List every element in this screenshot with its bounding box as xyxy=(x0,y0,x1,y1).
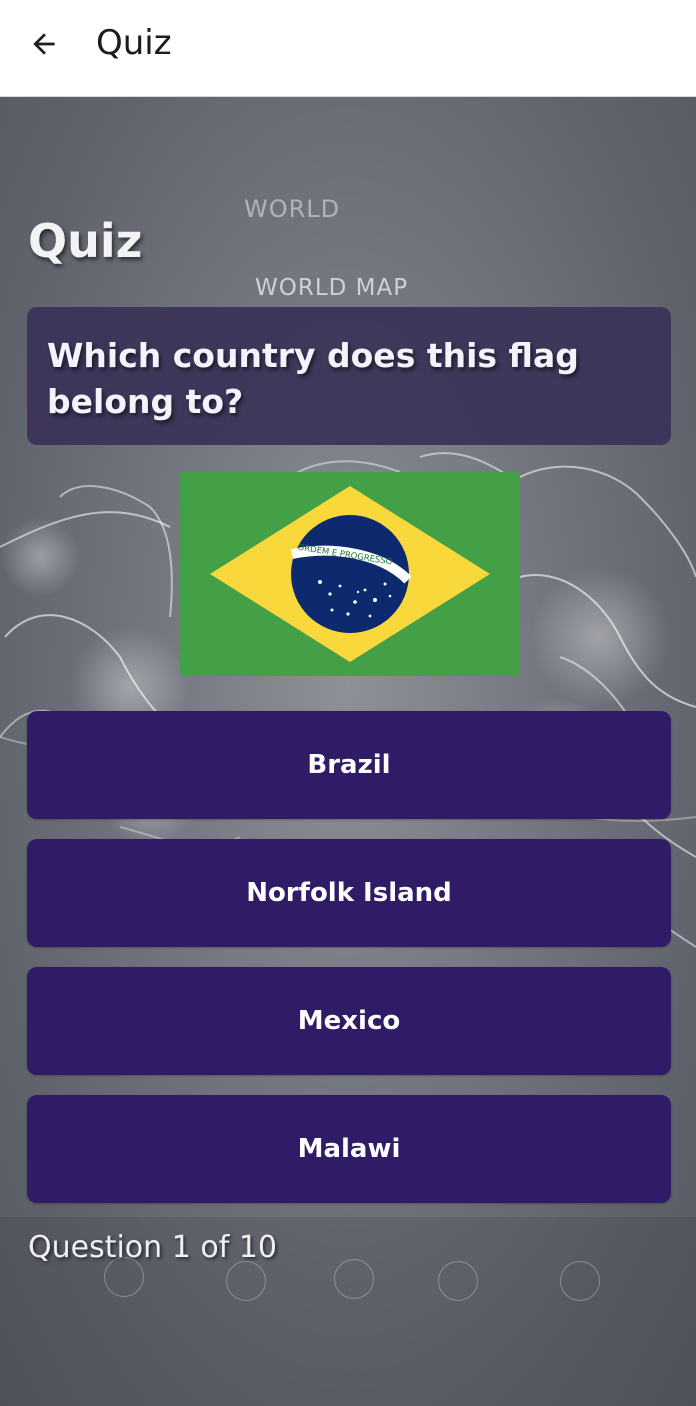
question-progress: Question 1 of 10 xyxy=(28,1230,277,1265)
screen-title: Quiz xyxy=(28,214,143,268)
answer-option-malawi[interactable]: Malawi xyxy=(27,1095,671,1203)
app-bar: Quiz xyxy=(0,0,696,97)
question-text: Which country does this flag belong to? xyxy=(47,336,579,421)
globe-icon xyxy=(438,1261,478,1301)
answer-option-brazil[interactable]: Brazil xyxy=(27,711,671,819)
globe-icon xyxy=(334,1259,374,1299)
globe-icon xyxy=(560,1261,600,1301)
background-world-map-text: WORLD MAP xyxy=(255,275,409,301)
background-world-text: WORLD xyxy=(244,195,341,223)
app-bar-title: Quiz xyxy=(96,23,172,63)
arrow-left-icon xyxy=(33,33,55,55)
answer-option-mexico[interactable]: Mexico xyxy=(27,967,671,1075)
brazil-flag-icon: ORDEM E PROGRESSO xyxy=(180,472,520,676)
brazil-flag-image: ORDEM E PROGRESSO xyxy=(180,472,520,676)
back-button[interactable] xyxy=(22,22,66,66)
question-card: Which country does this flag belong to? xyxy=(27,307,671,445)
answer-option-norfolk-island[interactable]: Norfolk Island xyxy=(27,839,671,947)
